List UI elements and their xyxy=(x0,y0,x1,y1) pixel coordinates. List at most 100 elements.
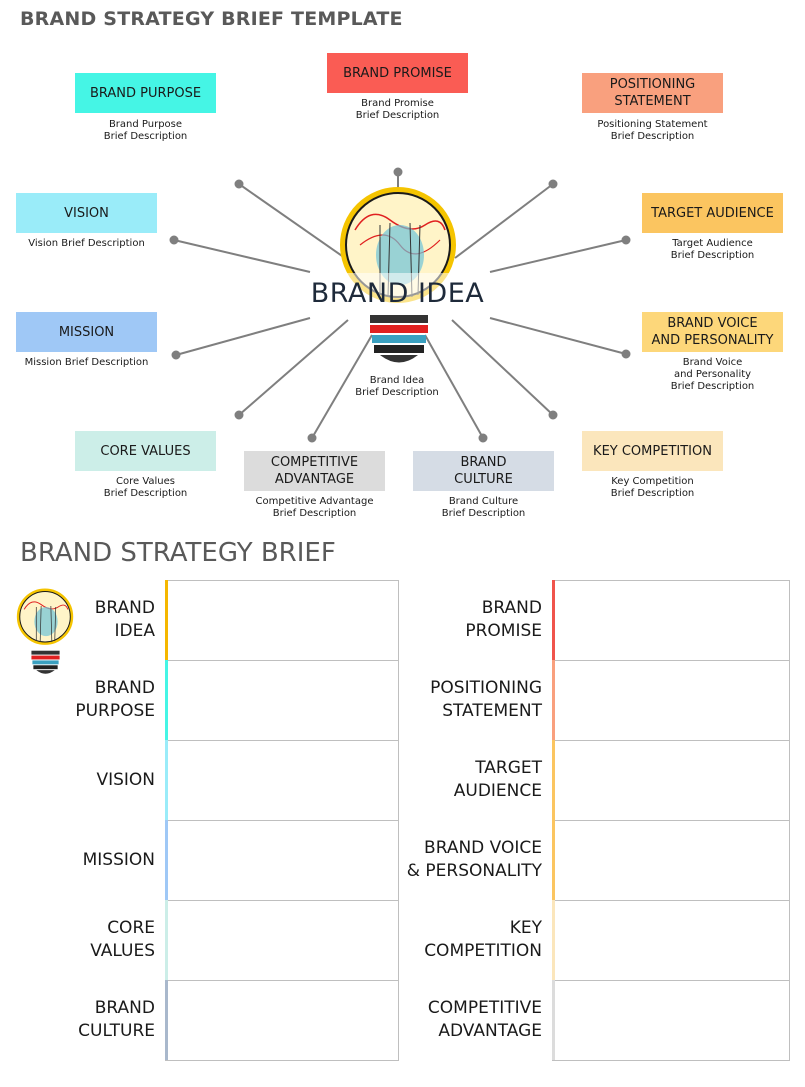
label-line: VISION xyxy=(96,769,155,790)
desc-line: Brief Description xyxy=(355,110,440,121)
brief-row-label: CORE VALUES xyxy=(0,900,155,980)
label-line: CULTURE xyxy=(78,1021,155,1041)
brand-culture-description: Brand Culture Brief Description xyxy=(413,496,554,520)
brief-input-cell[interactable] xyxy=(165,580,399,661)
brand-promise-description: Brand Promise Brief Description xyxy=(327,98,468,122)
connector-dot xyxy=(307,433,317,443)
label-line: VALUES xyxy=(90,941,155,961)
competitive-advantage-description: Competitive Advantage Brief Description xyxy=(234,496,395,520)
connector-mission xyxy=(175,317,311,356)
label-line: KEY xyxy=(509,918,542,938)
brief-row-label: KEY COMPETITION xyxy=(382,900,542,980)
desc-line: Brief Description xyxy=(610,488,695,499)
brief-row-label-text: BRAND PROMISE xyxy=(465,597,542,643)
brief-input-cell[interactable] xyxy=(165,820,399,901)
positioning-label-line2: STATEMENT xyxy=(614,94,691,109)
brand-purpose-box: BRAND PURPOSE xyxy=(75,73,216,113)
brand-idea-description: Brand Idea Brief Description xyxy=(347,375,447,399)
vision-box: VISION xyxy=(16,193,157,233)
desc-line: Brand Purpose xyxy=(108,119,183,130)
row-accent-bar xyxy=(165,740,168,820)
desc-line: Brief Description xyxy=(272,508,357,519)
connector-dot xyxy=(234,410,244,420)
brand-voice-box: BRAND VOICE AND PERSONALITY xyxy=(642,312,783,352)
row-accent-bar xyxy=(165,900,168,980)
row-accent-bar xyxy=(552,580,555,660)
label-line: PROMISE xyxy=(465,621,542,641)
connector-dot xyxy=(478,433,488,443)
row-accent-bar xyxy=(165,580,168,660)
brief-input-cell[interactable] xyxy=(165,660,399,741)
brief-row-label: VISION xyxy=(0,740,155,820)
brief-row-label-text: POSITIONING STATEMENT xyxy=(430,677,542,723)
core-values-box: CORE VALUES xyxy=(75,431,216,471)
desc-line: Target Audience xyxy=(672,238,753,249)
positioning-label-line1: POSITIONING xyxy=(609,77,696,92)
label-line: BRAND xyxy=(94,678,155,698)
brief-row-label-text: TARGET AUDIENCE xyxy=(454,757,542,803)
brief-row-label-text: VISION xyxy=(96,769,155,792)
brand-voice-label-line2: AND PERSONALITY xyxy=(651,333,774,348)
label-line: POSITIONING xyxy=(430,678,542,698)
row-accent-bar xyxy=(552,980,555,1060)
vision-description: Vision Brief Description xyxy=(6,238,167,250)
desc-line: Brand Culture xyxy=(448,496,519,507)
label-line: MISSION xyxy=(82,849,155,870)
brief-row-label: POSITIONING STATEMENT xyxy=(382,660,542,740)
connector-dot xyxy=(548,410,558,420)
brief-input-cell[interactable] xyxy=(165,900,399,981)
desc-line: Brief Description xyxy=(441,508,526,519)
brief-input-cell[interactable] xyxy=(165,980,399,1061)
positioning-statement-box: POSITIONING STATEMENT xyxy=(582,73,723,113)
target-audience-description: Target Audience Brief Description xyxy=(642,238,783,262)
label-line: TARGET xyxy=(475,758,542,778)
connector-dot xyxy=(171,350,181,360)
brief-row-label-text: KEY COMPETITION xyxy=(424,917,542,963)
brand-promise-box: BRAND PROMISE xyxy=(327,53,468,93)
brand-culture-label-line1: BRAND xyxy=(460,455,507,470)
target-audience-label: TARGET AUDIENCE xyxy=(651,205,774,221)
brief-row-label-text: BRAND CULTURE xyxy=(78,997,155,1043)
brief-row-label: COMPETITIVE ADVANTAGE xyxy=(382,980,542,1060)
desc-line: Vision Brief Description xyxy=(28,238,145,249)
label-line: BRAND xyxy=(481,598,542,618)
key-competition-description: Key Competition Brief Description xyxy=(582,476,723,500)
desc-line: Core Values xyxy=(116,476,175,487)
vision-label: VISION xyxy=(64,205,109,221)
label-line: PURPOSE xyxy=(75,701,155,721)
desc-line: Mission Brief Description xyxy=(24,357,149,368)
desc-line: and Personality xyxy=(673,369,752,380)
brief-input-cell[interactable] xyxy=(552,820,790,901)
brief-input-cell[interactable] xyxy=(552,980,790,1061)
desc-line: Brief Description xyxy=(103,488,188,499)
row-accent-bar xyxy=(552,900,555,980)
desc-line: Brand Idea xyxy=(369,375,425,386)
brand-purpose-description: Brand Purpose Brief Description xyxy=(75,119,216,143)
desc-line: Brief Description xyxy=(103,131,188,142)
brand-idea-center-label: BRAND IDEA xyxy=(290,273,505,313)
brief-section-title: BRAND STRATEGY BRIEF xyxy=(20,538,336,568)
mission-description: Mission Brief Description xyxy=(6,357,167,369)
brief-input-cell[interactable] xyxy=(552,900,790,981)
brief-input-cell[interactable] xyxy=(552,740,790,821)
label-line: & PERSONALITY xyxy=(406,861,542,881)
brief-input-cell[interactable] xyxy=(552,660,790,741)
row-accent-bar xyxy=(165,660,168,740)
brief-row-label: BRAND IDEA xyxy=(0,580,155,660)
row-accent-bar xyxy=(552,660,555,740)
core-values-description: Core Values Brief Description xyxy=(75,476,216,500)
desc-line: Brand Voice xyxy=(682,357,743,368)
connector-dot xyxy=(621,235,631,245)
brief-input-cell[interactable] xyxy=(165,740,399,821)
mission-label: MISSION xyxy=(58,324,115,340)
row-accent-bar xyxy=(165,820,168,900)
brief-row-label-text: BRAND IDEA xyxy=(95,597,155,643)
competitive-advantage-box: COMPETITIVE ADVANTAGE xyxy=(244,451,385,491)
core-values-label: CORE VALUES xyxy=(100,443,191,459)
desc-line: Key Competition xyxy=(611,476,694,487)
connector-dot xyxy=(621,349,631,359)
desc-line: Brief Description xyxy=(610,131,695,142)
brief-input-cell[interactable] xyxy=(552,580,790,661)
brief-row-label: BRAND PURPOSE xyxy=(0,660,155,740)
brief-row-label: BRAND PROMISE xyxy=(382,580,542,660)
